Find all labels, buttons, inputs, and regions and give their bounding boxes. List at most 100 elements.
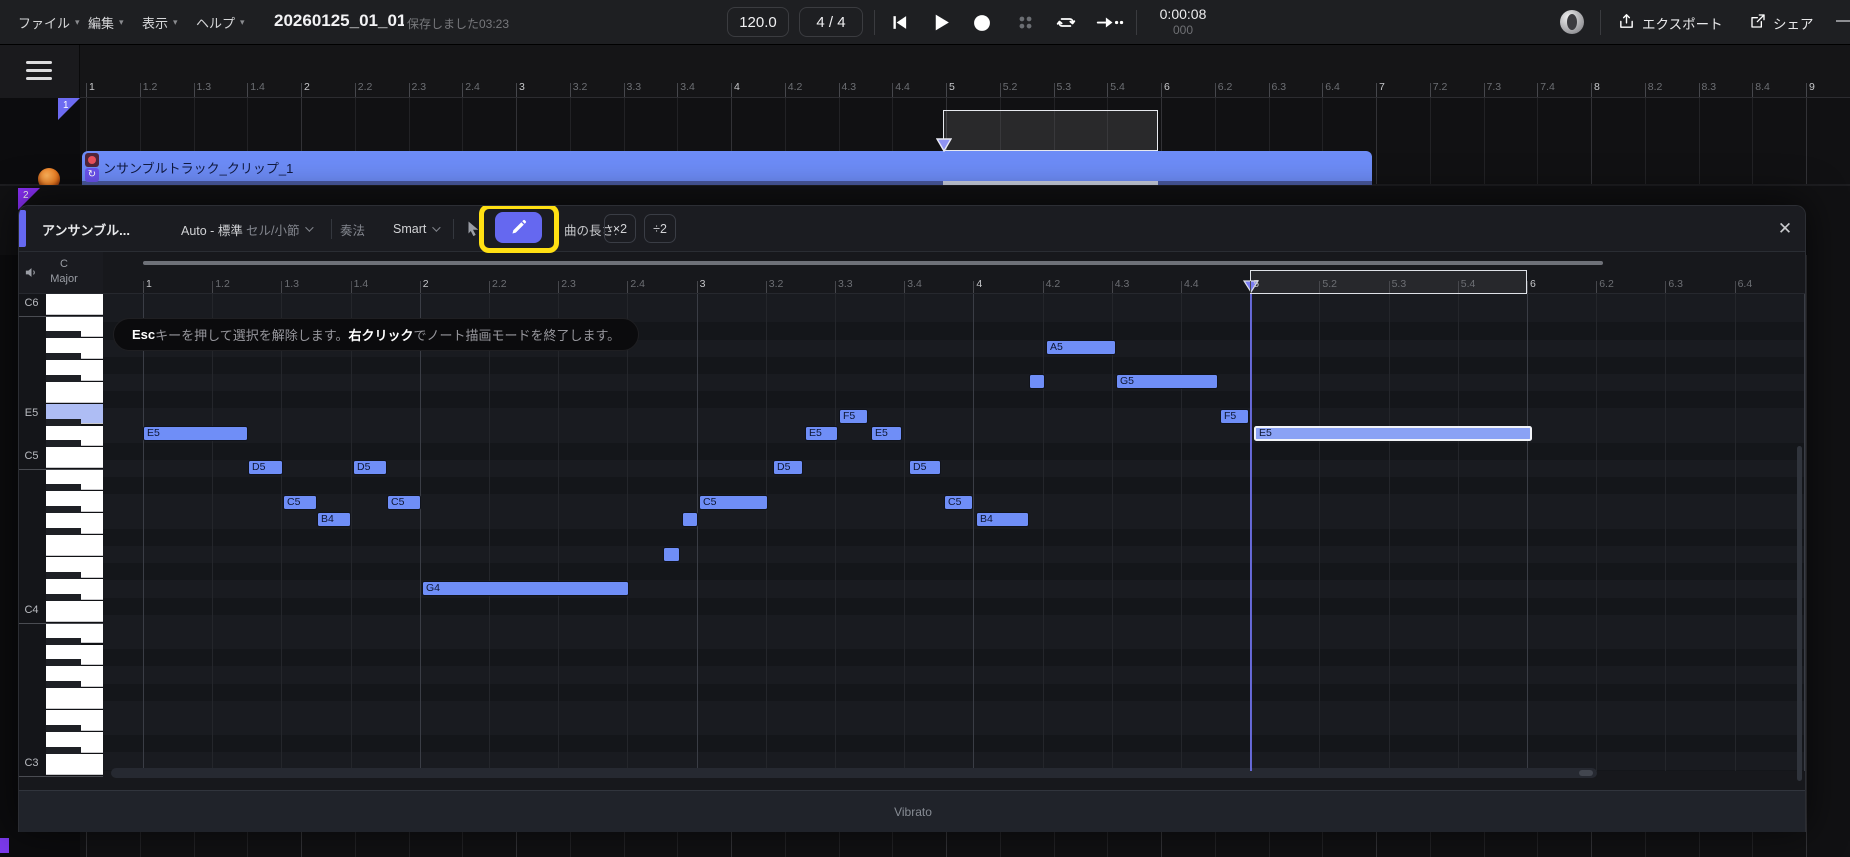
menu-view[interactable]: 表示▾ xyxy=(142,0,178,45)
menu-edit[interactable]: 編集▾ xyxy=(88,0,124,45)
piano-keyboard[interactable] xyxy=(46,294,103,776)
vertical-scrollbar[interactable] xyxy=(1797,446,1802,781)
ruler-tick xyxy=(1215,83,1216,97)
arrange-ruler[interactable]: 11.21.31.422.22.32.433.23.33.444.24.34.4… xyxy=(80,45,1850,98)
menu-file[interactable]: ファイル▾ xyxy=(18,0,80,45)
ruler-label: 7.2 xyxy=(1433,81,1448,93)
note[interactable] xyxy=(1029,374,1045,389)
ruler-label: 6.3 xyxy=(1272,81,1287,93)
piano-key-F5[interactable] xyxy=(46,382,103,403)
ruler-tick xyxy=(1735,281,1736,293)
note[interactable] xyxy=(682,512,698,527)
articulation-label: 奏法 xyxy=(340,206,365,252)
chevron-down-icon: ▾ xyxy=(119,17,124,28)
note[interactable]: G5 xyxy=(1116,374,1218,389)
top-bar: ファイル▾ 編集▾ 表示▾ ヘルプ▾ 20260125_01_01 保存しました… xyxy=(0,0,1850,45)
note[interactable]: E5 xyxy=(805,426,838,441)
note[interactable]: E5 xyxy=(143,426,248,441)
note[interactable]: D5 xyxy=(353,460,387,475)
piano-roll-ruler[interactable]: 11.21.31.422.22.32.433.23.33.444.24.34.4… xyxy=(103,252,1806,294)
note-grid[interactable]: E5D5C5B4D5C5G4C5D5E5F5E5D5C5B4A5G5F5E5 xyxy=(103,294,1806,771)
note[interactable]: C5 xyxy=(387,495,421,510)
ruler-label: 4 xyxy=(976,278,982,290)
ruler-tick xyxy=(1458,281,1459,293)
note-selected[interactable]: E5 xyxy=(1254,426,1532,441)
export-button[interactable]: エクスポート xyxy=(1618,0,1723,45)
note[interactable]: E5 xyxy=(871,426,902,441)
ruler-tick xyxy=(973,281,974,293)
ruler-label: 4.4 xyxy=(895,81,910,93)
close-editor-button[interactable]: ✕ xyxy=(1771,215,1799,243)
share-button[interactable]: シェア xyxy=(1750,0,1814,45)
piano-key-C3[interactable] xyxy=(46,754,103,775)
note[interactable]: F5 xyxy=(1220,409,1249,424)
length-divide-button[interactable]: ÷2 xyxy=(644,214,676,243)
note[interactable]: C5 xyxy=(944,495,973,510)
autoplay-follow-icon[interactable] xyxy=(1096,15,1124,30)
pitch-label-C3: C3 xyxy=(19,757,44,769)
speaker-icon[interactable] xyxy=(24,265,39,285)
ruler-label: 5.2 xyxy=(1322,278,1337,290)
ruler-tick xyxy=(1527,281,1528,293)
ruler-tick xyxy=(86,83,87,97)
note[interactable]: C5 xyxy=(699,495,768,510)
piano-key-F3[interactable] xyxy=(46,688,103,709)
auto-quantize-label[interactable]: Auto - 標準 xyxy=(181,206,243,252)
piano-key-C4[interactable] xyxy=(46,601,103,622)
note[interactable]: D5 xyxy=(909,460,941,475)
ruler-tick xyxy=(1806,83,1807,97)
chevron-down-icon xyxy=(306,223,314,231)
piano-key-C6[interactable] xyxy=(46,294,103,315)
note[interactable]: B4 xyxy=(976,512,1029,527)
skip-to-start-button[interactable] xyxy=(889,13,909,32)
play-button[interactable] xyxy=(930,12,952,33)
arrange-playhead-marker[interactable] xyxy=(936,138,952,157)
grid-line xyxy=(1389,294,1390,771)
ruler-tick xyxy=(1484,83,1485,97)
pads-grid-icon[interactable] xyxy=(1016,13,1035,32)
tempo-display[interactable]: 120.0 xyxy=(727,7,789,37)
note[interactable]: G4 xyxy=(422,581,629,596)
project-title[interactable]: 20260125_01_01 xyxy=(274,11,404,35)
note[interactable]: D5 xyxy=(248,460,283,475)
piano-key-C5[interactable] xyxy=(46,447,103,468)
cell-measure-dropdown[interactable]: セル/小節 xyxy=(246,206,311,252)
grid-line xyxy=(1596,294,1597,771)
ruler-label: 7.3 xyxy=(1487,81,1502,93)
editor-track-name[interactable]: アンサンブル... xyxy=(42,206,130,252)
note[interactable] xyxy=(663,547,680,562)
hamburger-menu-icon[interactable] xyxy=(26,61,52,81)
ruler-label: 6 xyxy=(1530,278,1536,290)
menu-help[interactable]: ヘルプ▾ xyxy=(196,0,245,45)
ruler-tick xyxy=(904,281,905,293)
record-button[interactable] xyxy=(972,13,992,33)
time-signature-display[interactable]: 4 / 4 xyxy=(799,7,863,37)
ruler-tick xyxy=(570,83,571,97)
piano-key-F4[interactable] xyxy=(46,535,103,556)
horizontal-scrollbar[interactable] xyxy=(111,768,1597,778)
ruler-mini-scrollbar[interactable] xyxy=(143,261,1603,265)
note[interactable]: A5 xyxy=(1046,340,1116,355)
ruler-label: 3.4 xyxy=(680,81,695,93)
note[interactable]: B4 xyxy=(317,512,351,527)
note[interactable]: D5 xyxy=(773,460,803,475)
piano-roll-toolbar: アンサンブル... Auto - 標準 セル/小節 奏法 Smart 曲の長さ:… xyxy=(19,206,1805,252)
vibrato-strip[interactable]: Vibrato xyxy=(19,790,1806,832)
note[interactable]: C5 xyxy=(283,495,317,510)
arrange-selection-region[interactable] xyxy=(943,110,1158,151)
articulation-dropdown[interactable]: Smart xyxy=(393,206,438,252)
ruler-label: 2 xyxy=(304,81,310,93)
length-multiply-button[interactable]: ×2 xyxy=(604,214,636,243)
ruler-label: 4.4 xyxy=(1184,278,1199,290)
clip-title-bar[interactable]: ↻ ンサンブルトラック_クリップ_1 xyxy=(82,151,1372,181)
ruler-label: 5.2 xyxy=(1003,81,1018,93)
ruler-label: 5 xyxy=(949,81,955,93)
avatar[interactable] xyxy=(1560,10,1584,34)
ruler-label: 5.3 xyxy=(1057,81,1072,93)
loop-button[interactable] xyxy=(1055,12,1077,33)
ruler-tick xyxy=(1054,83,1055,97)
ruler-label: 3.2 xyxy=(769,278,784,290)
note[interactable]: F5 xyxy=(839,409,868,424)
scale-header[interactable]: C Major xyxy=(19,252,103,294)
ruler-tick xyxy=(1430,83,1431,97)
